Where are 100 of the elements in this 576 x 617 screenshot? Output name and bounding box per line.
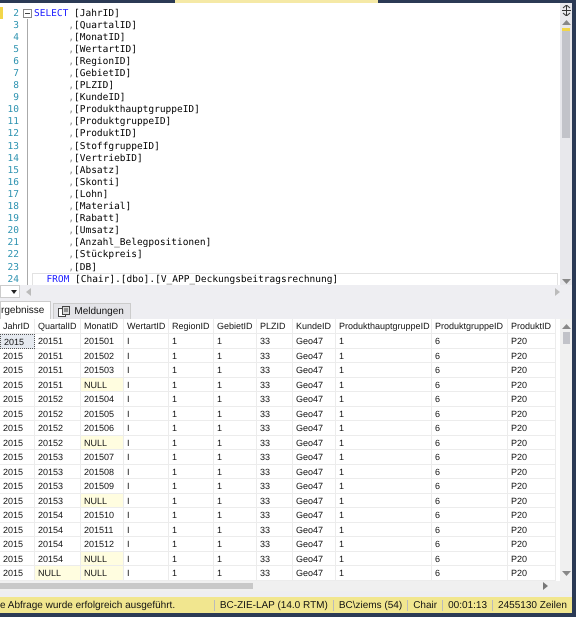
table-cell: 33 [257,436,293,450]
table-cell: Geo47 [293,479,336,494]
table-cell: Geo47 [293,522,336,537]
table-cell: Geo47 [293,406,336,421]
table-cell: 201501 [81,334,124,348]
database-name: Chair [407,600,442,611]
scroll-left-icon[interactable] [26,288,31,296]
table-cell: I [124,537,169,552]
table-cell: 20154 [35,508,81,522]
column-header[interactable]: ProdukthauptgruppeID [336,319,432,334]
scroll-down-icon[interactable] [562,571,570,577]
scroll-up-icon[interactable] [562,323,570,329]
column-header[interactable]: ProduktID [508,319,556,334]
table-cell: 6 [432,406,508,421]
scroll-up-icon[interactable] [562,19,570,25]
table-cell: 1 [214,522,257,537]
code-line: ,[GebietID] [67,68,132,80]
table-cell: 1 [336,406,432,421]
table-cell: 6 [432,537,508,552]
column-header[interactable]: ProduktgruppeID [432,319,508,334]
code-line: ,[Material] [67,201,132,212]
table-cell: Geo47 [293,552,336,566]
table-cell: 2015 [0,378,35,392]
table-cell: P20 [508,494,556,508]
table-cell: 1 [169,436,214,450]
results-tab[interactable]: Meldungen [53,303,131,319]
column-header[interactable]: MonatID [81,319,124,334]
table-cell: I [124,421,169,436]
table-cell: Geo47 [293,464,336,479]
table-cell: 33 [257,537,293,552]
column-header[interactable]: RegionID [169,319,214,334]
code-line: ,[ProduktID] [67,128,138,140]
table-cell: P20 [508,406,556,421]
table-cell: 1 [336,378,432,392]
table-cell: 20153 [35,479,81,494]
code-line: ,[PLZID] [67,80,116,92]
line-number: 7 [12,68,20,80]
table-cell: 1 [336,464,432,479]
table-cell: I [124,348,169,363]
column-header[interactable]: GebietID [214,319,257,334]
table-cell: 1 [336,334,432,348]
code-line: ,[Skonti] [67,176,121,188]
table-cell: 1 [336,363,432,378]
table-cell: 20151 [35,334,81,348]
scroll-right-icon[interactable] [543,582,548,590]
results-tab[interactable]: rgebnisse [0,301,52,319]
code-line: ,[DB] [67,262,98,273]
table-cell: 1 [169,363,214,378]
table-cell: 1 [336,392,432,406]
table-cell: NULL [81,378,124,392]
table-cell: 2015 [0,494,35,508]
column-header[interactable]: QuartalID [35,319,81,334]
column-header[interactable]: WertartID [124,319,169,334]
table-cell: 33 [257,406,293,421]
table-cell: 1 [169,508,214,522]
table-cell: 201507 [81,450,124,464]
table-cell: 6 [432,450,508,464]
column-header[interactable]: KundeID [293,319,336,334]
split-icon[interactable] [560,5,572,16]
scroll-right-icon[interactable] [555,288,560,296]
code-line: ,[Lohn] [67,188,110,200]
column-header[interactable]: JahrID [0,319,35,334]
table-cell: 20152 [35,392,81,406]
vertical-scrollbar[interactable] [560,3,572,285]
code-line: ,[ProduktgruppeID] [67,116,172,128]
table-cell: 33 [257,348,293,363]
table-cell: 6 [432,392,508,406]
collapse-icon[interactable] [22,8,32,18]
code-line: ,[ProdukthauptgruppeID] [67,104,201,116]
table-cell: 2015 [0,392,35,406]
table-cell: I [124,392,169,406]
table-cell: 6 [432,363,508,378]
table-cell: 1 [336,479,432,494]
row-count: 2455130 Zeilen [492,600,572,611]
table-cell: 1 [169,348,214,363]
table-cell: 33 [257,494,293,508]
table-cell: P20 [508,508,556,522]
table-cell: I [124,436,169,450]
table-cell: 2015 [0,552,35,566]
table-cell: 6 [432,464,508,479]
table-cell: P20 [508,537,556,552]
scroll-thumb[interactable] [562,332,570,344]
column-header[interactable]: PLZID [257,319,293,334]
table-cell: 1 [336,552,432,566]
table-cell: 2015 [0,479,35,494]
zoom-dropdown[interactable] [0,285,20,298]
table-cell: P20 [508,479,556,494]
table-cell: 1 [169,450,214,464]
table-cell: I [124,334,169,348]
scroll-thumb[interactable] [0,583,253,589]
table-cell: 2015 [0,421,35,436]
scroll-thumb[interactable] [562,28,570,138]
table-cell: 6 [432,348,508,363]
table-cell: 6 [432,522,508,537]
table-cell: 2015 [0,348,35,363]
table-cell: 20152 [35,406,81,421]
table-cell: NULL [81,436,124,450]
table-cell: 1 [169,479,214,494]
table-cell: 33 [257,508,293,522]
table-cell: 6 [432,552,508,566]
